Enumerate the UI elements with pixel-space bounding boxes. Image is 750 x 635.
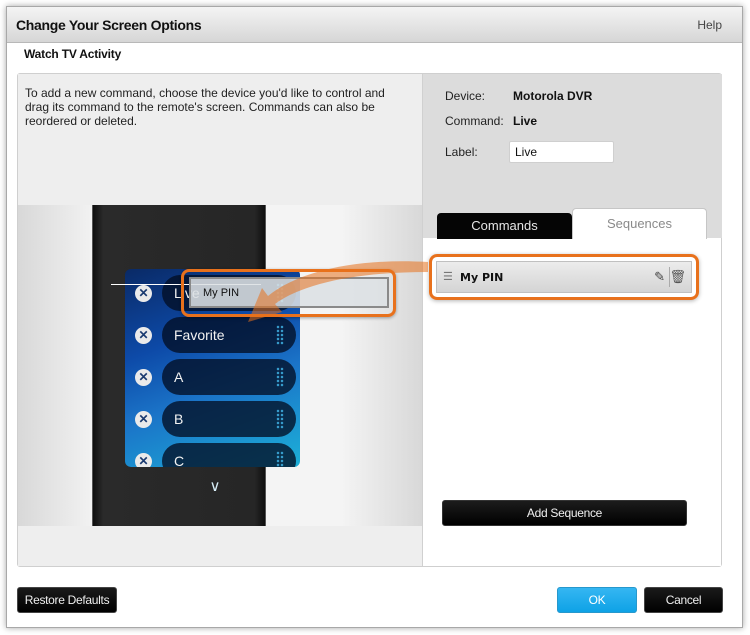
drag-grip-icon[interactable] xyxy=(276,451,284,467)
label-input[interactable] xyxy=(509,141,614,163)
device-label: Device: xyxy=(445,89,486,103)
activity-subtitle: Watch TV Activity xyxy=(24,47,122,61)
label-label: Label: xyxy=(445,145,478,159)
command-pill[interactable]: Favorite xyxy=(162,317,296,353)
screen-item-b[interactable]: ✕ B xyxy=(125,401,300,439)
remove-icon[interactable]: ✕ xyxy=(135,369,152,386)
ok-button[interactable]: OK xyxy=(557,587,637,613)
help-link[interactable]: Help xyxy=(697,18,722,32)
instructions-text: To add a new command, choose the device … xyxy=(25,86,385,128)
drag-ghost-highlight: My PIN xyxy=(181,269,396,317)
dragged-sequence-label: My PIN xyxy=(203,287,240,299)
command-pill[interactable]: B xyxy=(162,401,296,437)
tab-sequences[interactable]: Sequences xyxy=(572,208,707,239)
command-label: Favorite xyxy=(174,327,225,343)
restore-defaults-button[interactable]: Restore Defaults xyxy=(17,587,117,613)
pencil-icon[interactable]: ✎ xyxy=(654,269,665,285)
command-label: C xyxy=(174,453,185,467)
remove-icon[interactable]: ✕ xyxy=(135,411,152,428)
remote-stage: ✕ Live ✕ Favorite ✕ A ✕ B ✕ C ∨ xyxy=(18,205,422,526)
screen-item-a[interactable]: ✕ A xyxy=(125,359,300,397)
drag-handle-icon[interactable]: ☰ xyxy=(443,272,453,283)
dragged-sequence-chip[interactable]: My PIN xyxy=(189,277,389,308)
drag-grip-icon[interactable] xyxy=(276,325,284,345)
trash-icon[interactable]: 🗑 xyxy=(669,269,686,285)
drag-grip-icon[interactable] xyxy=(276,409,284,429)
sequence-item[interactable]: ☰ My PIN ✎ 🗑 xyxy=(436,261,692,293)
remove-icon[interactable]: ✕ xyxy=(135,453,152,467)
command-label: A xyxy=(174,369,184,385)
device-value: Motorola DVR xyxy=(513,89,593,103)
tab-commands[interactable]: Commands xyxy=(437,213,572,239)
remove-icon[interactable]: ✕ xyxy=(135,285,152,302)
content-panel: To add a new command, choose the device … xyxy=(17,73,722,567)
command-pill[interactable]: A xyxy=(162,359,296,395)
dialog-title: Change Your Screen Options xyxy=(16,17,202,33)
cancel-button[interactable]: Cancel xyxy=(644,587,723,613)
properties-pane: Device: Motorola DVR Command: Live Label… xyxy=(422,74,722,566)
command-label: B xyxy=(174,411,184,427)
change-screen-options-dialog: Change Your Screen Options Help Watch TV… xyxy=(6,6,743,628)
drag-grip-icon[interactable] xyxy=(276,367,284,387)
remove-icon[interactable]: ✕ xyxy=(135,327,152,344)
command-label: Command: xyxy=(445,114,504,128)
sequence-highlight: ☰ My PIN ✎ 🗑 xyxy=(429,254,699,300)
dialog-titlebar: Change Your Screen Options Help xyxy=(7,7,742,43)
screen-item-c[interactable]: ✕ C xyxy=(125,443,300,467)
command-value: Live xyxy=(513,114,538,128)
screen-item-favorite[interactable]: ✕ Favorite xyxy=(125,317,300,355)
remote-editor-pane: To add a new command, choose the device … xyxy=(18,74,422,566)
remote-device: ✕ Live ✕ Favorite ✕ A ✕ B ✕ C ∨ xyxy=(92,205,300,526)
sequence-name: My PIN xyxy=(460,271,504,284)
add-sequence-button[interactable]: Add Sequence xyxy=(442,500,687,526)
chevron-down-icon[interactable]: ∨ xyxy=(205,477,225,495)
command-pill[interactable]: C xyxy=(162,443,296,467)
